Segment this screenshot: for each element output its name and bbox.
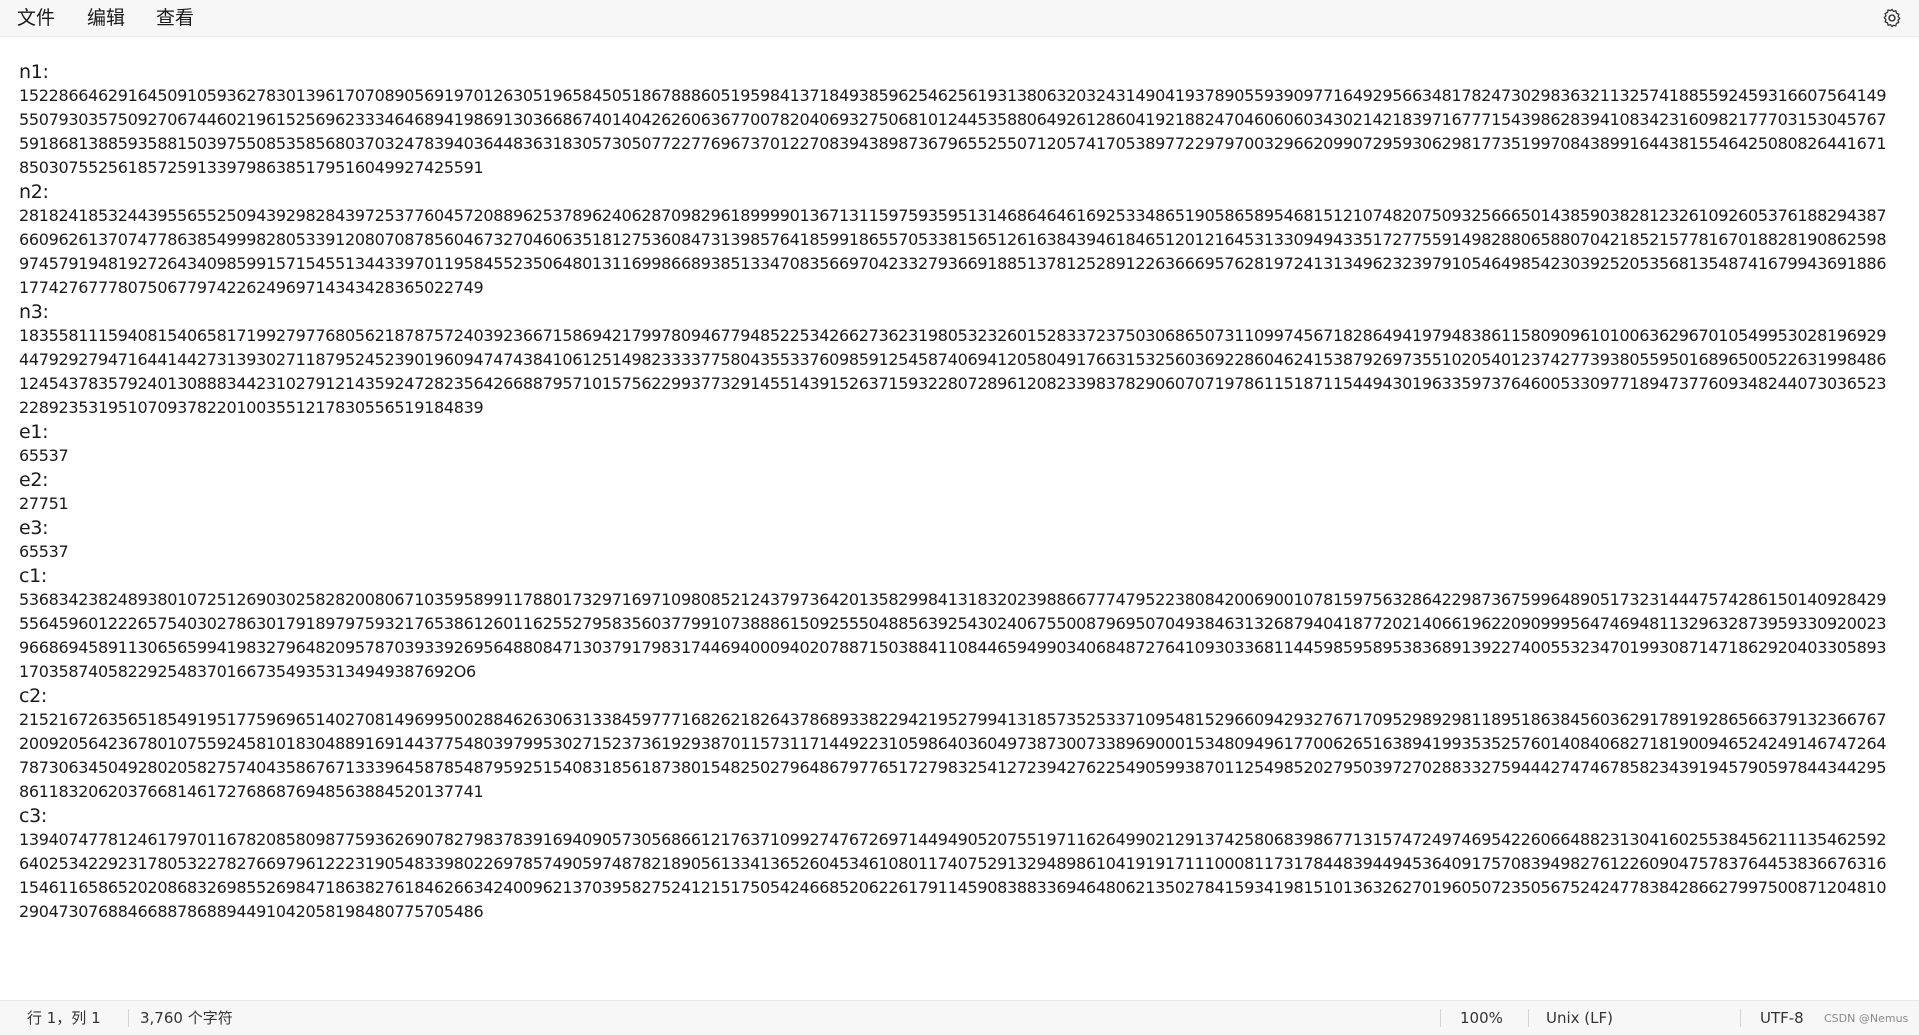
variable-label: e3: [19, 517, 49, 539]
watermark: CSDN @Nemus [1824, 1012, 1909, 1025]
value-line: 2818241853244395565525094392982843972537… [19, 206, 1887, 225]
value-line: 5368342382489380107251269030258282008067… [19, 590, 1887, 609]
value-line: 5564596012226575403027863017918979759321… [19, 614, 1887, 633]
zoom-level[interactable]: 100% [1460, 1001, 1503, 1035]
variable-label: e1: [19, 421, 49, 443]
value-line: 2152167263565185491951775969651402708149… [19, 710, 1887, 729]
variable-label: c2: [19, 685, 48, 707]
value-line: 1703587405822925483701667354935313494938… [19, 662, 476, 681]
value-line: 7873063450492802058275740435867671333964… [19, 758, 1887, 777]
variable-label: c1: [19, 565, 48, 587]
value-line: 6609626137074778638549998280533912080708… [19, 230, 1887, 249]
text-editor[interactable]: n1: 1522866462916450910593627830139617070… [19, 60, 1909, 1000]
value-line: 65537 [19, 446, 69, 465]
value-line: 1774276777807506779742262496971434342836… [19, 278, 484, 297]
status-divider [1528, 1009, 1529, 1027]
value-line: 1522866462916450910593627830139617070890… [19, 86, 1887, 105]
value-line: 6402534229231780532278276697961222319054… [19, 854, 1887, 873]
value-line: 1394074778124617970116782085809877593626… [19, 830, 1887, 849]
value-line: 5918681388593588150397550853585680370324… [19, 134, 1887, 153]
cursor-position[interactable]: 行 1，列 1 [27, 1001, 101, 1035]
variable-label: n2: [19, 181, 49, 203]
gear-icon [1883, 8, 1901, 28]
value-line: 2009205642367801075592458101830488916914… [19, 734, 1887, 753]
settings-button[interactable] [1881, 7, 1903, 29]
variable-label: n3: [19, 301, 49, 323]
value-line: 5507930357509270674460219615256962333464… [19, 110, 1887, 129]
value-line: 9745791948192726434098599157154551344339… [19, 254, 1887, 273]
status-divider [128, 1009, 129, 1027]
variable-label: c3: [19, 805, 48, 827]
menu-view[interactable]: 查看 [156, 0, 194, 37]
menu-edit[interactable]: 编辑 [87, 0, 125, 37]
value-line: 1245437835792401308883442310279121435924… [19, 374, 1887, 393]
value-line: 8503075525618572591339798638517951604992… [19, 158, 484, 177]
value-line: 1835581115940815406581719927977680562187… [19, 326, 1887, 345]
variable-label: e2: [19, 469, 49, 491]
line-ending[interactable]: Unix (LF) [1546, 1001, 1613, 1035]
status-divider [1740, 1009, 1741, 1027]
value-line: 4479292794716441442731393027118795245239… [19, 350, 1887, 369]
status-bar: 行 1，列 1 3,760 个字符 100% Unix (LF) UTF-8 C… [0, 1000, 1919, 1035]
variable-label: n1: [19, 61, 49, 83]
value-line: 8611832062037668146172768687694856388452… [19, 782, 484, 801]
value-line: 2289235319510709378220100355121783055651… [19, 398, 484, 417]
menu-file[interactable]: 文件 [17, 0, 55, 37]
value-line: 27751 [19, 494, 69, 513]
encoding[interactable]: UTF-8 [1760, 1001, 1804, 1035]
value-line: 2904730768846688786889449104205819848077… [19, 902, 484, 921]
value-line: 65537 [19, 542, 69, 561]
char-count: 3,760 个字符 [140, 1009, 233, 1027]
value-line: 9668694589113065659941983279648209578703… [19, 638, 1887, 657]
menu-bar: 文件 编辑 查看 [0, 0, 1919, 37]
status-divider [1440, 1009, 1441, 1027]
value-line: 1546116586520208683269855269847186382761… [19, 878, 1887, 897]
